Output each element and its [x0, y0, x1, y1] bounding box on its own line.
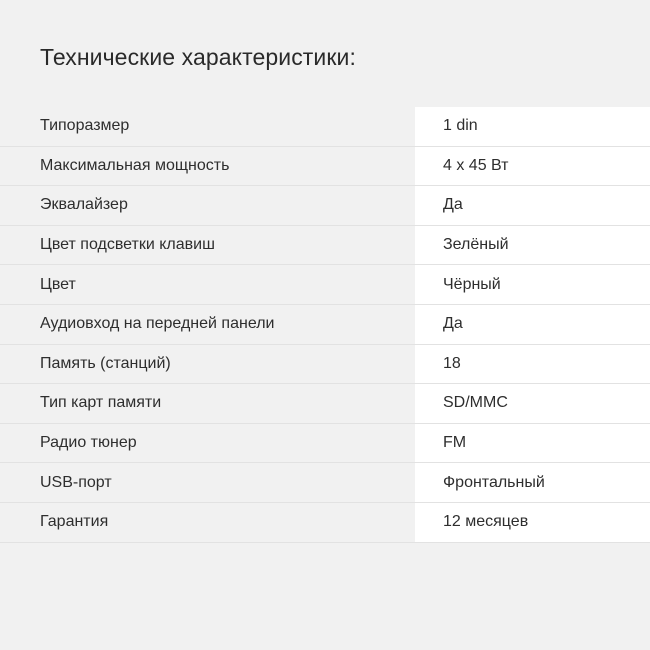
spec-row-radio-tuner: Радио тюнер FM	[0, 423, 650, 464]
spec-value: 4 х 45 Вт	[415, 146, 650, 186]
spec-value: Да	[415, 186, 650, 225]
spec-value: 1 din	[415, 107, 650, 146]
page-title: Технические характеристики:	[40, 44, 356, 70]
spec-row-key-backlight: Цвет подсветки клавиш Зелёный	[0, 225, 650, 266]
spec-label: USB-порт	[0, 463, 415, 502]
spec-row-color: Цвет Чёрный	[0, 265, 650, 305]
spec-label: Типоразмер	[0, 107, 415, 146]
spec-row-usb-port: USB-порт Фронтальный	[0, 463, 650, 503]
spec-row-memory-card: Тип карт памяти SD/MMC	[0, 384, 650, 424]
spec-row-max-power: Максимальная мощность 4 х 45 Вт	[0, 146, 650, 187]
spec-label: Радио тюнер	[0, 423, 415, 463]
spec-label: Цвет	[0, 265, 415, 304]
spec-label: Аудиовход на передней панели	[0, 304, 415, 344]
spec-value: Чёрный	[415, 265, 650, 304]
spec-value: 12 месяцев	[415, 502, 650, 542]
spec-value: Фронтальный	[415, 463, 650, 502]
spec-row-warranty: Гарантия 12 месяцев	[0, 502, 650, 543]
spec-value: Да	[415, 304, 650, 344]
spec-value: Зелёный	[415, 225, 650, 265]
specs-table: Типоразмер 1 din Максимальная мощность 4…	[0, 107, 650, 543]
spec-label: Цвет подсветки клавиш	[0, 225, 415, 265]
spec-label: Эквалайзер	[0, 186, 415, 225]
spec-row-equalizer: Эквалайзер Да	[0, 186, 650, 226]
spec-label: Память (станций)	[0, 344, 415, 384]
spec-label: Тип карт памяти	[0, 384, 415, 423]
spec-value: FM	[415, 423, 650, 463]
spec-label: Гарантия	[0, 502, 415, 542]
spec-row-front-aux: Аудиовход на передней панели Да	[0, 304, 650, 345]
spec-row-form-factor: Типоразмер 1 din	[0, 107, 650, 147]
spec-value: SD/MMC	[415, 384, 650, 423]
spec-row-station-memory: Память (станций) 18	[0, 344, 650, 385]
spec-value: 18	[415, 344, 650, 384]
spec-label: Максимальная мощность	[0, 146, 415, 186]
